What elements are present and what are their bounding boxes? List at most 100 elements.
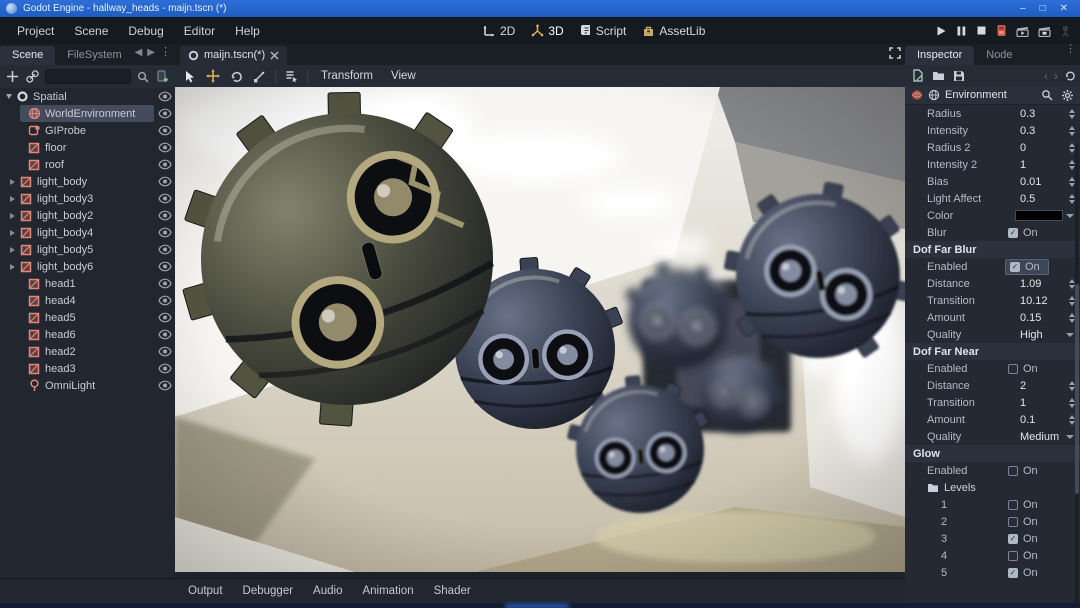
expand-arrow[interactable]	[6, 179, 19, 185]
tree-node-light_body2[interactable]: light_body2	[0, 207, 175, 224]
visibility-eye-icon[interactable]	[155, 91, 175, 102]
tree-node-head3[interactable]: head3	[0, 360, 175, 377]
section-dof-far-blur[interactable]: Dof Far Blur	[905, 241, 1080, 258]
add-node-button[interactable]	[5, 69, 20, 84]
new-resource-button[interactable]	[911, 68, 925, 83]
menu-debug[interactable]: Debug	[119, 20, 172, 42]
property-value[interactable]: 1	[1020, 159, 1026, 171]
rotate-tool-button[interactable]	[229, 69, 244, 84]
scrollbar-thumb[interactable]	[1075, 284, 1079, 494]
expand-arrow[interactable]	[6, 196, 19, 202]
tree-node-Spatial[interactable]: Spatial	[0, 88, 175, 105]
expand-arrow[interactable]	[6, 213, 19, 219]
viewport-3d[interactable]	[175, 87, 905, 572]
tree-node-light_body4[interactable]: light_body4	[0, 224, 175, 241]
checkbox-icon[interactable]: ✓	[1008, 534, 1018, 544]
tree-node-light_body5[interactable]: light_body5	[0, 241, 175, 258]
scene-dock-tab-scene[interactable]: Scene	[0, 46, 55, 65]
visibility-eye-icon[interactable]	[155, 108, 175, 119]
history-forward-icon[interactable]: ›	[1054, 69, 1058, 83]
property-value[interactable]: 2	[1020, 380, 1026, 392]
spinner-arrows-icon[interactable]	[1069, 109, 1075, 119]
visibility-eye-icon[interactable]	[155, 295, 175, 306]
tree-node-roof[interactable]: roof	[0, 156, 175, 173]
select-tool-button[interactable]	[183, 69, 197, 84]
property-value[interactable]: 0.01	[1020, 176, 1041, 188]
viewport-menu-transform[interactable]: Transform	[316, 68, 378, 84]
search-icon[interactable]	[136, 70, 150, 84]
visibility-eye-icon[interactable]	[155, 329, 175, 340]
visibility-eye-icon[interactable]	[155, 380, 175, 391]
tab-next-icon[interactable]: ▶	[147, 47, 155, 58]
dropdown-caret-icon[interactable]	[1066, 214, 1074, 218]
property-value[interactable]: 0.5	[1020, 193, 1035, 205]
property-value[interactable]: 1.09	[1020, 278, 1041, 290]
checkbox-icon[interactable]	[1008, 500, 1018, 510]
tree-node-WorldEnvironment[interactable]: WorldEnvironment	[0, 105, 175, 122]
tree-node-floor[interactable]: floor	[0, 139, 175, 156]
bottom-tab-animation[interactable]: Animation	[354, 582, 421, 600]
tree-node-light_body3[interactable]: light_body3	[0, 190, 175, 207]
visibility-eye-icon[interactable]	[155, 176, 175, 187]
group-levels[interactable]: Levels	[905, 479, 1080, 496]
checkbox-control[interactable]: ✓ On	[1008, 533, 1038, 545]
history-back-icon[interactable]: ‹	[1044, 69, 1048, 83]
checkbox-control[interactable]: On	[1008, 584, 1038, 585]
checkbox-control[interactable]: On	[1008, 516, 1038, 528]
gear-icon[interactable]	[1061, 89, 1074, 102]
object-history-icon[interactable]	[1064, 70, 1076, 82]
load-resource-button[interactable]	[931, 69, 946, 82]
instance-scene-button[interactable]	[25, 69, 40, 84]
property-value[interactable]: High	[1020, 329, 1043, 341]
section-glow[interactable]: Glow	[905, 445, 1080, 462]
workspace-3d[interactable]: 3D	[526, 21, 568, 41]
visibility-eye-icon[interactable]	[155, 210, 175, 221]
visibility-eye-icon[interactable]	[155, 193, 175, 204]
inspector-dock-tab-inspector[interactable]: Inspector	[905, 46, 974, 65]
bottom-tab-output[interactable]: Output	[180, 582, 231, 600]
play-button[interactable]	[934, 24, 948, 38]
tree-node-OmniLight[interactable]: OmniLight	[0, 377, 175, 394]
checkbox-control[interactable]: ✓ On	[1008, 567, 1038, 579]
expand-arrow[interactable]	[6, 230, 19, 236]
play-custom-scene-button[interactable]	[1037, 24, 1052, 38]
workspace-2d[interactable]: 2D	[478, 21, 520, 41]
resource-tools-icon[interactable]	[1041, 89, 1053, 101]
viewport-menu-view[interactable]: View	[386, 68, 421, 84]
resource-header[interactable]: Environment	[905, 86, 1080, 105]
visibility-eye-icon[interactable]	[155, 159, 175, 170]
checkbox-icon[interactable]	[1008, 364, 1018, 374]
checkbox-control[interactable]: On	[1008, 465, 1038, 477]
tree-node-light_body6[interactable]: light_body6	[0, 258, 175, 275]
tree-node-GIProbe[interactable]: GIProbe	[0, 122, 175, 139]
dock-menu-icon[interactable]: ⋮	[1065, 47, 1076, 52]
expand-arrow[interactable]	[6, 247, 19, 253]
menu-help[interactable]: Help	[226, 20, 269, 42]
visibility-eye-icon[interactable]	[155, 261, 175, 272]
attach-script-button[interactable]	[155, 69, 170, 84]
menu-project[interactable]: Project	[8, 20, 63, 42]
checkbox-control[interactable]: ✓ On	[1008, 227, 1038, 239]
checkbox-control[interactable]: ✓ On	[1005, 259, 1049, 275]
inspector-dock-tab-node[interactable]: Node	[974, 46, 1024, 65]
dropdown-caret-icon[interactable]	[1066, 333, 1074, 337]
stop-button[interactable]	[975, 24, 988, 37]
checkbox-icon[interactable]: ✓	[1010, 262, 1020, 272]
save-resource-button[interactable]	[952, 69, 966, 83]
property-value[interactable]: 0.3	[1020, 108, 1035, 120]
checkbox-icon[interactable]: ✓	[1008, 568, 1018, 578]
visibility-eye-icon[interactable]	[155, 125, 175, 136]
menu-editor[interactable]: Editor	[175, 20, 224, 42]
adjust-button[interactable]	[1059, 24, 1072, 38]
close-button[interactable]: ✕	[1060, 3, 1068, 14]
scene-tab[interactable]: maijn.tscn(*)	[180, 46, 287, 65]
property-value[interactable]: 0.1	[1020, 414, 1035, 426]
visibility-eye-icon[interactable]	[155, 278, 175, 289]
tree-node-head2[interactable]: head2	[0, 343, 175, 360]
scene-dock-tab-filesystem[interactable]: FileSystem	[55, 46, 133, 65]
visibility-eye-icon[interactable]	[155, 142, 175, 153]
checkbox-icon[interactable]: ✓	[1008, 228, 1018, 238]
visibility-eye-icon[interactable]	[155, 312, 175, 323]
tree-node-head6[interactable]: head6	[0, 326, 175, 343]
distraction-free-icon[interactable]	[889, 47, 901, 59]
